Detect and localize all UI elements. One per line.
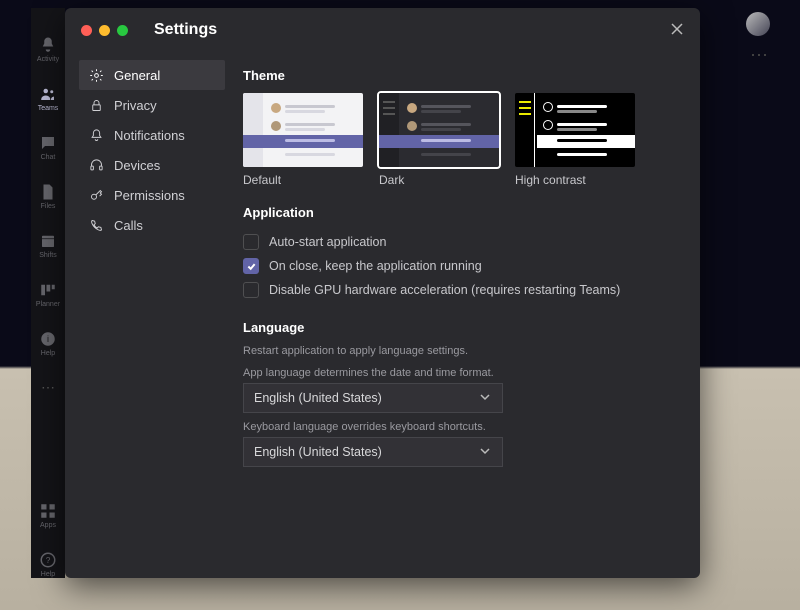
- sidebar-item-notifications[interactable]: Notifications: [79, 120, 225, 150]
- rail-item-label: Help: [41, 350, 55, 357]
- sidebar-item-privacy[interactable]: Privacy: [79, 90, 225, 120]
- rail-item-label: Shifts: [39, 252, 57, 259]
- chevron-down-icon: [478, 444, 492, 461]
- rail-item-label: Apps: [40, 522, 56, 529]
- rail-chat[interactable]: Chat: [39, 134, 57, 161]
- theme-option-high-contrast[interactable]: High contrast: [515, 93, 635, 187]
- checkbox-row-autostart[interactable]: Auto-start application: [243, 230, 676, 254]
- rail-planner[interactable]: Planner: [36, 281, 60, 308]
- user-avatar[interactable]: [746, 12, 770, 36]
- settings-content: Theme Default: [235, 52, 700, 578]
- checkbox-label: Disable GPU hardware acceleration (requi…: [269, 283, 620, 297]
- theme-label: Default: [243, 173, 363, 187]
- theme-option-dark[interactable]: Dark: [379, 93, 499, 187]
- close-traffic-light[interactable]: [81, 25, 92, 36]
- gear-icon: [89, 68, 104, 83]
- checkbox-label: On close, keep the application running: [269, 259, 482, 273]
- theme-label: High contrast: [515, 173, 635, 187]
- theme-picker: Default: [243, 93, 676, 187]
- app-rail: Activity Teams Chat Files Shifts Planner…: [31, 8, 65, 578]
- app-language-select[interactable]: English (United States): [243, 383, 503, 413]
- checkbox-icon[interactable]: [243, 234, 259, 250]
- sidebar-item-calls[interactable]: Calls: [79, 210, 225, 240]
- bell-icon: [89, 128, 104, 143]
- headset-icon: [89, 158, 104, 173]
- language-heading: Language: [243, 320, 676, 335]
- theme-preview-dark: [379, 93, 499, 167]
- rail-help[interactable]: ? Help: [39, 551, 57, 578]
- key-icon: [89, 188, 104, 203]
- minimize-traffic-light[interactable]: [99, 25, 110, 36]
- checkbox-icon[interactable]: [243, 258, 259, 274]
- window-title: Settings: [154, 21, 217, 39]
- sidebar-item-general[interactable]: General: [79, 60, 225, 90]
- lock-icon: [89, 98, 104, 113]
- theme-heading: Theme: [243, 68, 676, 83]
- keyboard-language-note: Keyboard language overrides keyboard sho…: [243, 421, 676, 433]
- sidebar-item-label: Devices: [114, 158, 160, 173]
- phone-icon: [89, 218, 104, 233]
- svg-text:?: ?: [46, 556, 51, 565]
- sidebar-item-label: Notifications: [114, 128, 185, 143]
- checkbox-row-keep-running[interactable]: On close, keep the application running: [243, 254, 676, 278]
- rail-teams[interactable]: Teams: [38, 85, 59, 112]
- language-restart-note: Restart application to apply language se…: [243, 345, 676, 357]
- checkbox-row-disable-gpu[interactable]: Disable GPU hardware acceleration (requi…: [243, 278, 676, 302]
- rail-help-mid[interactable]: i Help: [39, 330, 57, 357]
- rail-files[interactable]: Files: [39, 183, 57, 210]
- sidebar-item-permissions[interactable]: Permissions: [79, 180, 225, 210]
- chevron-down-icon: [478, 390, 492, 407]
- rail-item-label: Files: [41, 203, 56, 210]
- settings-window: Settings General Privacy Notifications D…: [65, 8, 700, 578]
- keyboard-language-select[interactable]: English (United States): [243, 437, 503, 467]
- app-language-note: App language determines the date and tim…: [243, 367, 676, 379]
- titlebar: Settings: [65, 8, 700, 52]
- svg-text:i: i: [47, 334, 49, 344]
- app-more-icon[interactable]: ⋯: [750, 45, 770, 66]
- sidebar-item-devices[interactable]: Devices: [79, 150, 225, 180]
- rail-more-icon[interactable]: ⋯: [41, 379, 55, 396]
- select-value: English (United States): [254, 391, 382, 405]
- theme-label: Dark: [379, 173, 499, 187]
- rail-item-label: Planner: [36, 301, 60, 308]
- sidebar-item-label: Permissions: [114, 188, 185, 203]
- checkbox-icon[interactable]: [243, 282, 259, 298]
- theme-option-default[interactable]: Default: [243, 93, 363, 187]
- window-controls: [81, 25, 128, 36]
- close-icon[interactable]: [670, 22, 684, 39]
- rail-item-label: Help: [41, 571, 55, 578]
- sidebar-item-label: General: [114, 68, 160, 83]
- application-heading: Application: [243, 205, 676, 220]
- rail-item-label: Activity: [37, 56, 59, 63]
- theme-preview-high-contrast: [515, 93, 635, 167]
- zoom-traffic-light[interactable]: [117, 25, 128, 36]
- rail-item-label: Chat: [41, 154, 56, 161]
- rail-shifts[interactable]: Shifts: [39, 232, 57, 259]
- theme-preview-default: [243, 93, 363, 167]
- settings-sidebar: General Privacy Notifications Devices Pe…: [65, 52, 235, 578]
- sidebar-item-label: Calls: [114, 218, 143, 233]
- checkbox-label: Auto-start application: [269, 235, 386, 249]
- rail-activity[interactable]: Activity: [37, 36, 59, 63]
- rail-apps[interactable]: Apps: [39, 502, 57, 529]
- sidebar-item-label: Privacy: [114, 98, 157, 113]
- select-value: English (United States): [254, 445, 382, 459]
- rail-item-label: Teams: [38, 105, 59, 112]
